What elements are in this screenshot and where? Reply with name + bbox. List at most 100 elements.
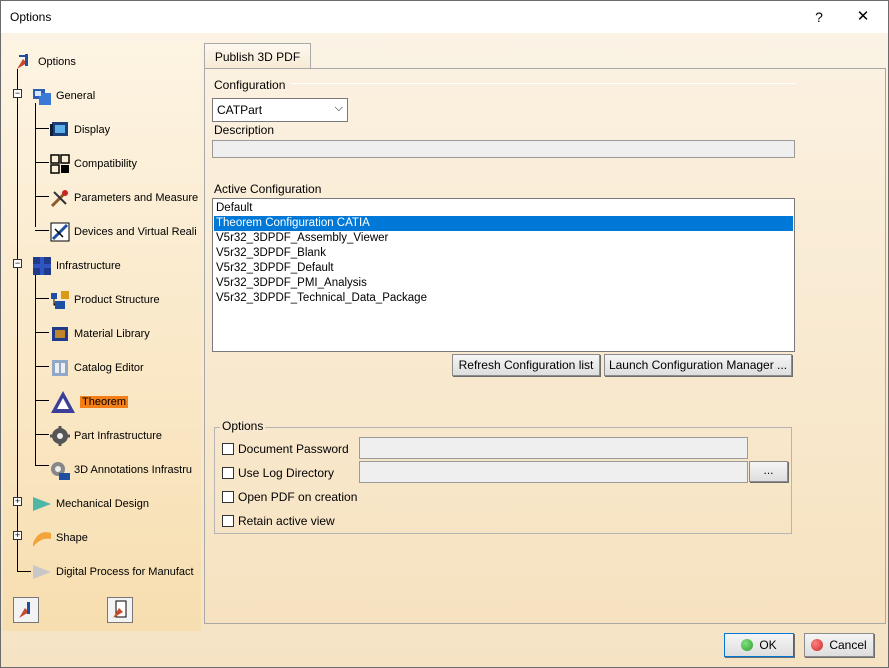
general-icon	[31, 85, 53, 107]
checkbox-box[interactable]	[222, 491, 234, 503]
tree-item-general[interactable]: General	[31, 83, 95, 109]
cancel-icon	[811, 639, 824, 651]
description-label: Description	[214, 123, 275, 137]
tree-item-product-structure[interactable]: Product Structure	[49, 287, 160, 313]
list-item[interactable]: V5r32_3DPDF_Assembly_Viewer	[214, 231, 793, 246]
tree-item-options[interactable]: Options	[13, 49, 76, 75]
tree-item-label: 3D Annotations Infrastru	[74, 464, 193, 476]
checkbox-label: Retain active view	[238, 514, 335, 528]
ok-icon	[741, 639, 754, 651]
tree-item-label: Parameters and Measure	[74, 192, 199, 204]
options-tree: Options − General Display Compatibility	[3, 41, 201, 631]
cancel-button[interactable]: Cancel	[804, 633, 874, 657]
options-icon	[13, 51, 35, 73]
list-item-selected[interactable]: Theorem Configuration CATIA	[214, 216, 793, 231]
tree-item-display[interactable]: Display	[49, 117, 110, 143]
configuration-select[interactable]: CATPart ⌵	[212, 98, 348, 122]
collapse-icon[interactable]: −	[13, 89, 22, 98]
checkbox-label: Document Password	[238, 442, 349, 456]
checkbox-box[interactable]	[222, 467, 234, 479]
expand-icon[interactable]: +	[13, 531, 22, 540]
display-icon	[49, 119, 71, 141]
tree-item-digital-process[interactable]: Digital Process for Manufact	[31, 559, 194, 585]
tree-item-catalog-editor[interactable]: Catalog Editor	[49, 355, 144, 381]
tree-item-label: Product Structure	[74, 294, 160, 306]
checkbox-label: Use Log Directory	[238, 466, 335, 480]
tree-item-label: Infrastructure	[56, 260, 121, 272]
tab-publish-3d-pdf[interactable]: Publish 3D PDF	[204, 43, 311, 69]
tree-item-label: Mechanical Design	[56, 498, 149, 510]
tree-item-label: Devices and Virtual Reali	[74, 226, 197, 238]
browse-button[interactable]: ...	[749, 461, 788, 482]
tree-item-label: Catalog Editor	[74, 362, 144, 374]
list-item[interactable]: V5r32_3DPDF_Default	[214, 261, 793, 276]
ok-button[interactable]: OK	[724, 633, 794, 657]
tree-item-part-infrastructure[interactable]: Part Infrastructure	[49, 423, 162, 449]
checkbox-label: Open PDF on creation	[238, 490, 358, 504]
tree-item-mechanical-design[interactable]: Mechanical Design	[31, 491, 149, 517]
compatibility-icon	[49, 153, 71, 175]
use-log-directory-checkbox[interactable]: Use Log Directory	[222, 465, 334, 481]
help-button[interactable]: ?	[797, 3, 841, 31]
list-item[interactable]: V5r32_3DPDF_Technical_Data_Package	[214, 291, 793, 306]
configuration-select-value: CATPart	[217, 103, 263, 117]
product-structure-icon	[49, 289, 71, 311]
tree-item-compatibility[interactable]: Compatibility	[49, 151, 137, 177]
tree-item-infrastructure[interactable]: Infrastructure	[31, 253, 121, 279]
close-button[interactable]: ✕	[841, 3, 885, 31]
tree-item-parameters[interactable]: Parameters and Measure	[49, 185, 198, 211]
open-pdf-checkbox[interactable]: Open PDF on creation	[222, 489, 357, 505]
window-title: Options	[10, 10, 52, 24]
section-divider	[291, 83, 795, 84]
list-item[interactable]: V5r32_3DPDF_Blank	[214, 246, 793, 261]
title-bar: Options ? ✕	[1, 1, 888, 33]
document-password-field[interactable]	[359, 437, 748, 459]
cancel-label: Cancel	[829, 638, 867, 652]
tree-item-material-library[interactable]: Material Library	[49, 321, 150, 347]
document-password-checkbox[interactable]: Document Password	[222, 441, 349, 457]
options-dialog: Options ? ✕ Options − General Display Co…	[0, 0, 889, 668]
options-shortcut-icon[interactable]	[13, 597, 39, 623]
mechanical-design-icon	[31, 493, 53, 515]
digital-process-icon	[31, 561, 53, 583]
active-configuration-label: Active Configuration	[214, 182, 322, 196]
3d-annotations-icon	[49, 459, 71, 481]
log-directory-field[interactable]	[359, 461, 748, 483]
tree-item-3d-annotations[interactable]: 3D Annotations Infrastru	[49, 457, 192, 483]
shape-icon	[31, 527, 53, 549]
list-item[interactable]: V5r32_3DPDF_PMI_Analysis	[214, 276, 793, 291]
checkbox-box[interactable]	[222, 443, 234, 455]
checkbox-box[interactable]	[222, 515, 234, 527]
list-item[interactable]: Default	[214, 201, 793, 216]
configuration-label: Configuration	[214, 78, 286, 92]
devices-icon	[49, 221, 71, 243]
description-field	[212, 140, 795, 158]
theorem-icon	[49, 389, 77, 415]
infrastructure-icon	[31, 255, 53, 277]
customize-icon[interactable]	[107, 597, 133, 623]
retain-view-checkbox[interactable]: Retain active view	[222, 513, 335, 529]
tree-item-label: General	[56, 90, 96, 102]
tree-item-label: Digital Process for Manufact	[56, 566, 194, 578]
ok-label: OK	[759, 638, 777, 652]
chevron-down-icon: ⌵	[334, 102, 343, 114]
catalog-editor-icon	[49, 357, 71, 379]
tree-item-label: Material Library	[74, 328, 150, 340]
refresh-configuration-button[interactable]: Refresh Configuration list	[452, 354, 600, 376]
tree-item-devices[interactable]: Devices and Virtual Reali	[49, 219, 197, 245]
expand-icon[interactable]: +	[13, 497, 22, 506]
tree-item-shape[interactable]: Shape	[31, 525, 88, 551]
launch-configuration-manager-button[interactable]: Launch Configuration Manager ...	[604, 354, 792, 376]
collapse-icon[interactable]: −	[13, 259, 22, 268]
tree-item-label: Options	[38, 56, 76, 68]
tree-item-label: Compatibility	[74, 158, 137, 170]
options-group-title: Options	[220, 419, 266, 433]
tree-item-theorem[interactable]: Theorem	[49, 389, 129, 415]
tree-item-label: Shape	[56, 532, 88, 544]
active-configuration-list[interactable]: Default Theorem Configuration CATIA V5r3…	[212, 198, 795, 352]
tree-item-label: Display	[74, 124, 111, 136]
parameters-icon	[49, 187, 71, 209]
tree-item-label: Part Infrastructure	[74, 430, 163, 442]
tree-item-label: Theorem	[80, 396, 129, 408]
material-library-icon	[49, 323, 71, 345]
